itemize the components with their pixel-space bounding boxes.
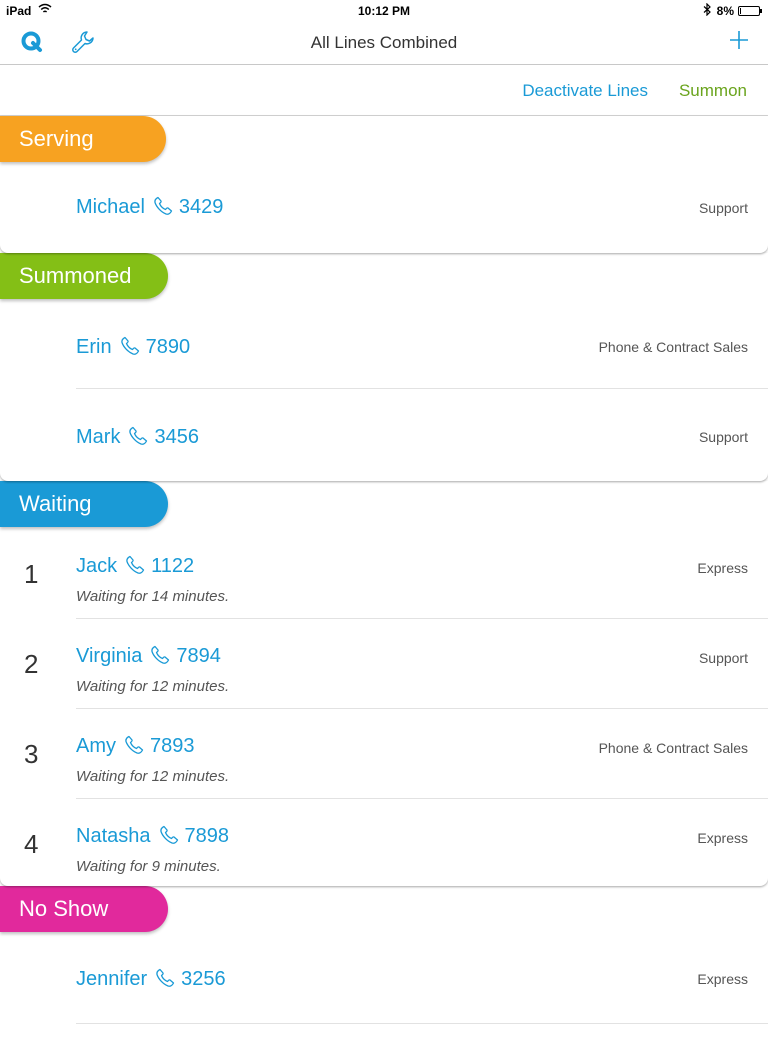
wait-time: Waiting for 14 minutes. [76, 588, 230, 605]
phone-icon [155, 968, 175, 988]
list-item[interactable]: 4 Natasha 7898 Waiting for 9 minutes. Exp… [0, 799, 768, 889]
section-tag-no-show: No Show [0, 886, 168, 932]
phone-icon [120, 336, 140, 356]
deactivate-lines-button[interactable]: Deactivate Lines [522, 81, 648, 101]
queue-position: 4 [24, 829, 39, 859]
queue-position: 1 [24, 559, 39, 589]
phone-icon [125, 555, 145, 575]
wait-time: Waiting for 9 minutes. [76, 858, 221, 875]
list-item[interactable]: Jennifer 3256 Express [0, 934, 768, 1024]
list-item[interactable]: 2 Virginia 7894 Waiting for 12 minutes. S… [0, 619, 768, 709]
clock: 10:12 PM [357, 4, 411, 18]
nav-bar: All Lines Combined [0, 20, 768, 65]
customer-name[interactable]: Erin 7890 [76, 336, 190, 359]
list-item[interactable]: Erin 7890 Phone & Contract Sales [0, 299, 768, 389]
section-waiting: Waiting 1 Jack 1122 Waiting for 14 minute… [0, 481, 768, 886]
list-item[interactable]: 3 Amy 7893 Waiting for 12 minutes. Phone … [0, 709, 768, 799]
customer-name[interactable]: Jennifer 3256 [76, 968, 226, 991]
section-no-show: No Show Jennifer 3256 Express [0, 886, 768, 1046]
wait-time: Waiting for 12 minutes. [76, 678, 230, 695]
line-label: Support [698, 429, 748, 445]
phone-icon [150, 645, 170, 665]
list-item[interactable]: Mark 3456 Support [0, 390, 768, 480]
status-bar: iPad 10:12 PM 8% [0, 0, 768, 20]
list-item[interactable]: Michael 3429 Support [0, 162, 768, 252]
line-label: Support [698, 200, 748, 216]
queue-position: 3 [24, 739, 39, 769]
line-label: Express [697, 560, 748, 576]
row-divider [76, 388, 768, 389]
plus-icon[interactable] [728, 29, 750, 51]
phone-icon [153, 196, 173, 216]
section-tag-waiting: Waiting [0, 481, 168, 527]
section-serving: Serving Michael 3429 Support [0, 116, 768, 253]
bluetooth-icon [703, 2, 712, 19]
line-label: Express [697, 830, 748, 846]
line-label: Express [697, 971, 748, 987]
customer-name[interactable]: Natasha 7898 [76, 825, 229, 848]
section-tag-serving: Serving [0, 116, 166, 162]
queue-position: 2 [24, 649, 39, 679]
customer-name[interactable]: Amy 7893 [76, 735, 195, 758]
battery-percent: 8% [716, 4, 734, 18]
actions-bar: Deactivate Lines Summon [0, 65, 768, 116]
phone-icon [128, 426, 148, 446]
customer-name[interactable]: Michael 3429 [76, 196, 223, 219]
customer-name[interactable]: Virginia 7894 [76, 645, 221, 668]
line-label: Phone & Contract Sales [598, 740, 748, 756]
battery-icon [738, 6, 762, 16]
wait-time: Waiting for 12 minutes. [76, 768, 230, 785]
page-title: All Lines Combined [310, 33, 458, 52]
summon-button[interactable]: Summon [679, 81, 747, 101]
line-label: Phone & Contract Sales [598, 339, 748, 355]
customer-name[interactable]: Jack 1122 [76, 555, 194, 578]
section-summoned: Summoned Erin 7890 Phone & Contract Sales… [0, 253, 768, 481]
list-item[interactable]: 1 Jack 1122 Waiting for 14 minutes. Expre… [0, 529, 768, 619]
phone-icon [159, 825, 179, 845]
section-tag-summoned: Summoned [0, 253, 168, 299]
customer-name[interactable]: Mark 3456 [76, 426, 199, 449]
phone-icon [124, 735, 144, 755]
line-label: Support [698, 650, 748, 666]
